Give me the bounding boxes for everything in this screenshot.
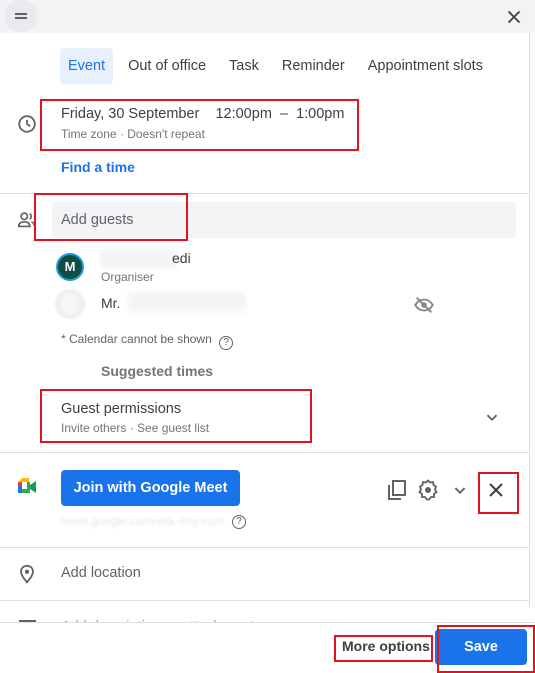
organiser-name[interactable]: edi xyxy=(172,250,191,266)
meet-link[interactable]: meet.google.com/ekk-thsj-ezm xyxy=(61,514,224,528)
people-icon xyxy=(17,212,36,228)
organiser-avatar: M xyxy=(56,253,84,281)
redacted-name xyxy=(128,292,246,312)
guest-name[interactable]: Mr. xyxy=(101,295,120,311)
divider xyxy=(0,600,529,601)
event-datetime[interactable]: Friday, 30 September 12:00pm – 1:00pm xyxy=(61,106,344,122)
remove-meet-close-icon[interactable] xyxy=(484,478,508,502)
find-a-time-link[interactable]: Find a time xyxy=(61,159,135,175)
tab-reminder[interactable]: Reminder xyxy=(274,48,353,84)
close-icon[interactable] xyxy=(503,6,525,28)
clock-icon xyxy=(18,115,36,133)
eye-off-icon[interactable] xyxy=(413,294,435,316)
guest-permissions-summary[interactable]: Invite others · See guest list xyxy=(61,421,209,435)
tab-out-of-office[interactable]: Out of office xyxy=(120,48,214,84)
chevron-down-icon[interactable] xyxy=(481,406,503,428)
suggested-times-button[interactable]: Suggested times xyxy=(101,363,213,379)
tab-appointment-slots[interactable]: Appointment slots xyxy=(360,48,491,84)
calendar-note-text: * Calendar cannot be shown xyxy=(61,332,212,346)
google-meet-icon xyxy=(18,478,36,493)
save-button[interactable]: Save xyxy=(435,629,527,665)
organiser-role: Organiser xyxy=(101,270,154,284)
guest-avatar xyxy=(55,289,85,319)
timezone-repeat[interactable]: Time zone · Doesn't repeat xyxy=(61,127,205,141)
copy-icon[interactable] xyxy=(385,478,409,502)
location-pin-icon xyxy=(20,564,34,584)
add-guests-input[interactable] xyxy=(52,202,516,238)
gear-icon[interactable] xyxy=(416,478,440,502)
scrollbar[interactable] xyxy=(529,33,535,608)
more-options-button[interactable]: More options xyxy=(342,638,430,654)
add-location-field[interactable]: Add location xyxy=(61,565,141,581)
tab-event[interactable]: Event xyxy=(60,48,114,84)
guest-permissions-title[interactable]: Guest permissions xyxy=(61,401,181,417)
divider xyxy=(0,193,529,194)
redacted-name xyxy=(100,250,178,268)
chevron-down-icon[interactable] xyxy=(449,479,471,501)
divider xyxy=(0,547,529,548)
event-type-tabs: Event Out of office Task Reminder Appoin… xyxy=(60,48,498,84)
divider xyxy=(0,452,529,453)
help-icon[interactable]: ? xyxy=(232,515,246,529)
help-icon[interactable]: ? xyxy=(219,336,234,350)
drag-handle-icon[interactable] xyxy=(4,0,37,32)
tab-task[interactable]: Task xyxy=(221,48,267,84)
dialog-header xyxy=(0,0,535,33)
join-google-meet-button[interactable]: Join with Google Meet xyxy=(61,470,240,506)
calendar-cannot-be-shown-note: * Calendar cannot be shown ? xyxy=(61,332,234,350)
